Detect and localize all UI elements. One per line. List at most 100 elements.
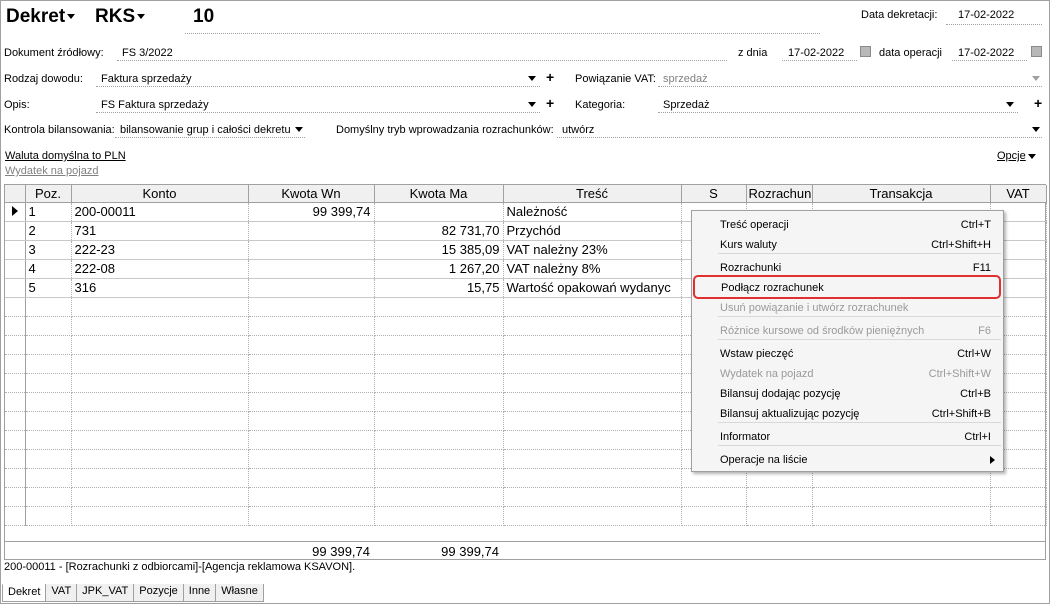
empty-cell[interactable] [374,392,504,412]
empty-cell[interactable] [25,354,72,374]
tab-jpk-vat[interactable]: JPK_VAT [76,584,135,602]
col-header-ma[interactable]: Kwota Ma [374,185,504,203]
empty-cell[interactable] [71,487,249,507]
desc-select[interactable]: FS Faktura sprzedaży [96,95,540,113]
empty-cell[interactable] [503,430,682,450]
empty-cell[interactable] [248,449,375,469]
empty-cell[interactable] [503,468,682,488]
menu-item-bilansuj-dodajac[interactable]: Bilansuj dodając pozycję Ctrl+B [692,383,1003,403]
col-header-vat[interactable]: VAT [990,185,1047,203]
register-dropdown[interactable]: RKS [95,6,146,28]
empty-cell[interactable] [503,297,682,317]
row-wn[interactable] [248,240,375,260]
row-wn[interactable]: 99 399,74 [248,202,375,222]
row-tresc[interactable]: VAT należny 8% [503,259,682,279]
empty-cell[interactable] [374,468,504,488]
empty-cell[interactable] [248,316,375,336]
empty-cell[interactable] [71,392,249,412]
empty-cell[interactable] [374,449,504,469]
empty-cell[interactable] [248,373,375,393]
tab-pozycje[interactable]: Pozycje [133,584,184,602]
empty-cell[interactable] [25,430,72,450]
row-ma[interactable]: 82 731,70 [374,221,504,241]
tab-wlasne[interactable]: Własne [215,584,264,602]
empty-cell[interactable] [374,411,504,431]
empty-cell[interactable] [681,506,747,526]
empty-cell[interactable] [503,411,682,431]
row-konto[interactable]: 731 [71,221,249,241]
row-indicator[interactable] [5,259,26,279]
options-button[interactable]: Opcje [997,150,1036,162]
proof-type-select[interactable]: Faktura sprzedaży [96,69,540,87]
empty-cell[interactable] [248,335,375,355]
menu-item-bilansuj-aktualizujac[interactable]: Bilansuj aktualizując pozycję Ctrl+Shift+… [692,403,1003,423]
menu-item-podlacz-rozrachunek[interactable]: Podłącz rozrachunek [693,275,1001,299]
empty-cell[interactable] [248,354,375,374]
menu-item-kurs-waluty[interactable]: Kurs waluty Ctrl+Shift+H [692,234,1003,254]
empty-cell[interactable] [71,506,249,526]
empty-cell[interactable] [25,506,72,526]
empty-row[interactable] [5,506,1047,526]
empty-cell[interactable] [681,487,747,507]
doc-type-dropdown[interactable]: Dekret [6,6,76,28]
empty-cell[interactable] [71,297,249,317]
col-header-poz[interactable]: Poz. [25,185,72,203]
empty-cell[interactable] [503,373,682,393]
empty-cell[interactable] [25,297,72,317]
empty-cell[interactable] [503,487,682,507]
empty-cell[interactable] [71,449,249,469]
empty-cell[interactable] [374,487,504,507]
tab-vat[interactable]: VAT [45,584,78,602]
empty-cell[interactable] [503,506,682,526]
empty-cell[interactable] [71,430,249,450]
empty-cell[interactable] [812,487,991,507]
row-tresc[interactable]: Wartość opakowań wydanyc [503,278,682,298]
category-select[interactable]: Sprzedaż [658,95,1018,113]
menu-item-informator[interactable]: Informator Ctrl+I [692,426,1003,446]
empty-cell[interactable] [374,297,504,317]
empty-cell[interactable] [248,430,375,450]
empty-cell[interactable] [71,335,249,355]
col-header-konto[interactable]: Konto [71,185,249,203]
empty-cell[interactable] [71,373,249,393]
empty-cell[interactable] [990,487,1047,507]
empty-cell[interactable] [25,316,72,336]
menu-item-wydatek-na-pojazd[interactable]: Wydatek na pojazd Ctrl+Shift+W [692,363,1003,383]
row-konto[interactable]: 200-00011 [71,202,249,222]
menu-item-usun-powiazanie[interactable]: Usuń powiązanie i utwórz rozrachunek [692,297,1003,317]
col-header-s[interactable]: S [681,185,747,203]
empty-row[interactable] [5,487,1047,507]
currency-link[interactable]: Waluta domyślna to PLN [5,150,126,162]
row-tresc[interactable]: VAT należny 23% [503,240,682,260]
empty-cell[interactable] [25,449,72,469]
row-indicator[interactable] [5,202,26,222]
row-konto[interactable]: 222-23 [71,240,249,260]
empty-cell[interactable] [374,335,504,355]
source-doc-field[interactable]: FS 3/2022 [117,43,727,61]
empty-cell[interactable] [374,354,504,374]
empty-cell[interactable] [248,468,375,488]
empty-cell[interactable] [71,354,249,374]
menu-item-wstaw-pieczec[interactable]: Wstaw pieczęć Ctrl+W [692,343,1003,363]
empty-cell[interactable] [71,411,249,431]
empty-cell[interactable] [374,316,504,336]
vehicle-link[interactable]: Wydatek na pojazd [5,165,98,177]
row-wn[interactable] [248,278,375,298]
empty-cell[interactable] [503,449,682,469]
of-day-field[interactable]: 17-02-2022 [782,43,857,61]
empty-cell[interactable] [503,335,682,355]
empty-cell[interactable] [503,354,682,374]
empty-cell[interactable] [25,411,72,431]
empty-cell[interactable] [746,487,813,507]
row-ma[interactable] [374,202,504,222]
calendar-button[interactable] [1031,46,1042,60]
empty-cell[interactable] [25,392,72,412]
row-indicator[interactable] [5,240,26,260]
number-field[interactable]: 10 [185,6,820,34]
empty-cell[interactable] [746,506,813,526]
empty-cell[interactable] [503,316,682,336]
empty-cell[interactable] [248,411,375,431]
tab-inne[interactable]: Inne [182,584,217,602]
empty-cell[interactable] [248,487,375,507]
row-poz[interactable]: 4 [25,259,72,279]
